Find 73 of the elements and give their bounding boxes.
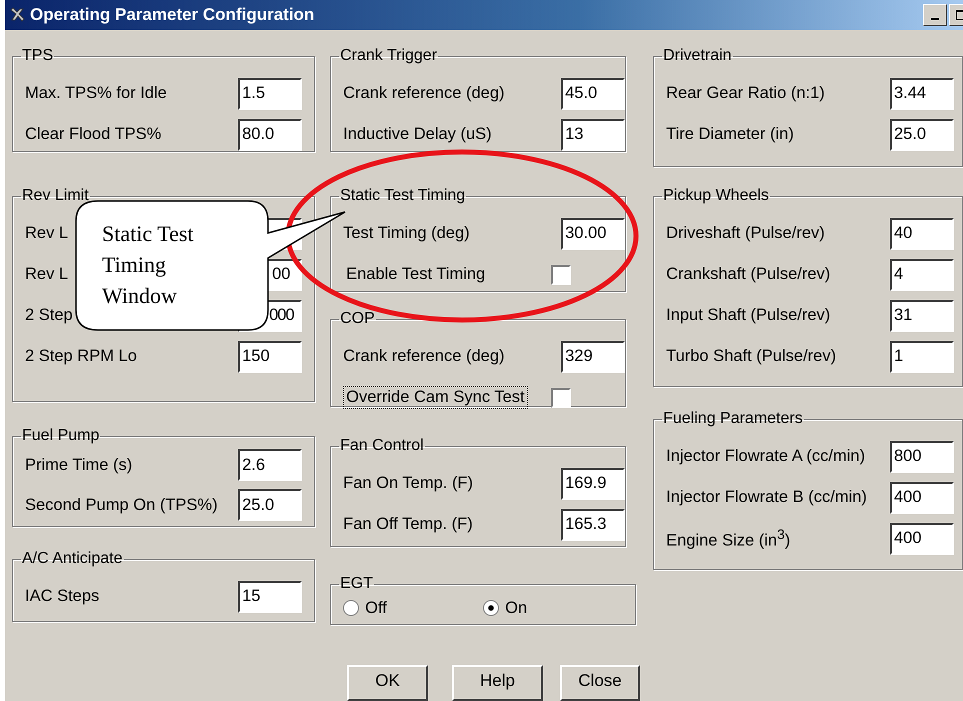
input-field[interactable]: 2.6 — [238, 449, 302, 481]
input-field[interactable]: 15 — [238, 580, 302, 612]
field-label: Engine Size (in$^{3}$) — [666, 526, 790, 550]
field-label: IAC Steps — [25, 587, 100, 606]
input-field[interactable]: 329 — [561, 340, 626, 372]
minimize-button[interactable] — [923, 4, 947, 26]
app-icon — [9, 7, 25, 23]
field-label: Prime Time (s) — [25, 456, 132, 474]
dialog-button[interactable]: Close — [560, 665, 640, 701]
dialog-button[interactable]: OK — [347, 665, 428, 701]
field-label: Crank reference (deg) — [343, 347, 505, 366]
radio-label[interactable]: Off — [365, 598, 387, 618]
field-label: Rev L — [25, 265, 68, 284]
input-field[interactable]: 3.44 — [890, 78, 954, 110]
input-field[interactable]: 165.3 — [561, 508, 626, 540]
field-label: Injector Flowrate A (cc/min) — [666, 447, 866, 466]
field-label: 2 Step RPM Lo — [25, 347, 137, 366]
input-field[interactable]: 1 — [890, 340, 954, 372]
field-label: Fan On Temp. (F) — [343, 474, 474, 493]
field-label: Rear Gear Ratio (n:1) — [666, 84, 825, 103]
radio-button[interactable] — [483, 600, 500, 616]
window-title: Operating Parameter Configuration — [30, 5, 314, 25]
input-field[interactable]: 150 — [238, 340, 302, 372]
field-label: Test Timing (deg) — [343, 224, 470, 243]
field-label: Fan Off Temp. (F) — [343, 515, 473, 534]
field-label: Injector Flowrate B (cc/min) — [666, 488, 867, 507]
input-field[interactable]: 80.0 — [238, 118, 302, 150]
checkbox[interactable] — [551, 264, 572, 284]
input-field[interactable]: 4 — [890, 258, 954, 290]
input-field[interactable]: 31 — [890, 300, 954, 332]
field-label: Rev L — [25, 224, 68, 243]
field-label: Turbo Shaft (Pulse/rev) — [666, 347, 836, 366]
input-field[interactable]: 169.9 — [561, 468, 626, 500]
group-title: Fan Control — [339, 437, 425, 455]
field-label: Input Shaft (Pulse/rev) — [666, 306, 830, 325]
group-title: Static Test Timing — [339, 187, 466, 205]
group-title: COP — [339, 310, 376, 328]
field-label: 2 Step — [25, 306, 73, 325]
checkbox[interactable] — [551, 388, 572, 408]
input-field[interactable]: 45.0 — [561, 78, 626, 110]
field-label: Max. TPS% for Idle — [25, 84, 167, 103]
group-title: Fuel Pump — [21, 427, 100, 445]
group-title: TPS — [21, 47, 54, 65]
input-field[interactable]: 400 — [890, 522, 954, 554]
group-title: A/C Anticipate — [21, 550, 124, 568]
minimize-icon — [931, 18, 939, 20]
field-label: Inductive Delay (uS) — [343, 125, 492, 144]
checkbox-label[interactable]: Enable Test Timing — [343, 263, 488, 286]
field-label: Clear Flood TPS% — [25, 125, 162, 144]
group-title: Drivetrain — [662, 47, 733, 65]
group-title: Fueling Parameters — [662, 410, 804, 428]
group-title: Crank Trigger — [339, 47, 438, 65]
radio-button[interactable] — [343, 600, 360, 616]
input-field[interactable]: 400 — [890, 482, 954, 514]
field-label: Crank reference (deg) — [343, 84, 505, 103]
field-label: Second Pump On (TPS%) — [25, 496, 218, 514]
input-field[interactable]: 25.0 — [890, 118, 954, 150]
input-field[interactable]: 13 — [561, 118, 626, 150]
field-label: Tire Diameter (in) — [666, 125, 794, 144]
group-title: Rev Limit — [21, 187, 90, 205]
field-label: Driveshaft (Pulse/rev) — [666, 224, 825, 243]
callout-text: Static Test Timing Window — [102, 220, 195, 310]
field-label: Crankshaft (Pulse/rev) — [666, 265, 830, 284]
dialog-button[interactable]: Help — [452, 665, 543, 701]
radio-label[interactable]: On — [505, 598, 528, 618]
group-title: EGT — [339, 575, 374, 593]
input-field[interactable]: 800 — [890, 440, 954, 472]
input-field[interactable]: 40 — [890, 218, 954, 250]
input-field[interactable]: 25.0 — [238, 489, 302, 521]
checkbox-label[interactable]: Override Cam Sync Test — [343, 386, 528, 409]
group-title: Pickup Wheels — [662, 187, 770, 205]
input-field[interactable]: 1.5 — [238, 78, 302, 110]
input-field[interactable]: 30.00 — [561, 218, 626, 250]
